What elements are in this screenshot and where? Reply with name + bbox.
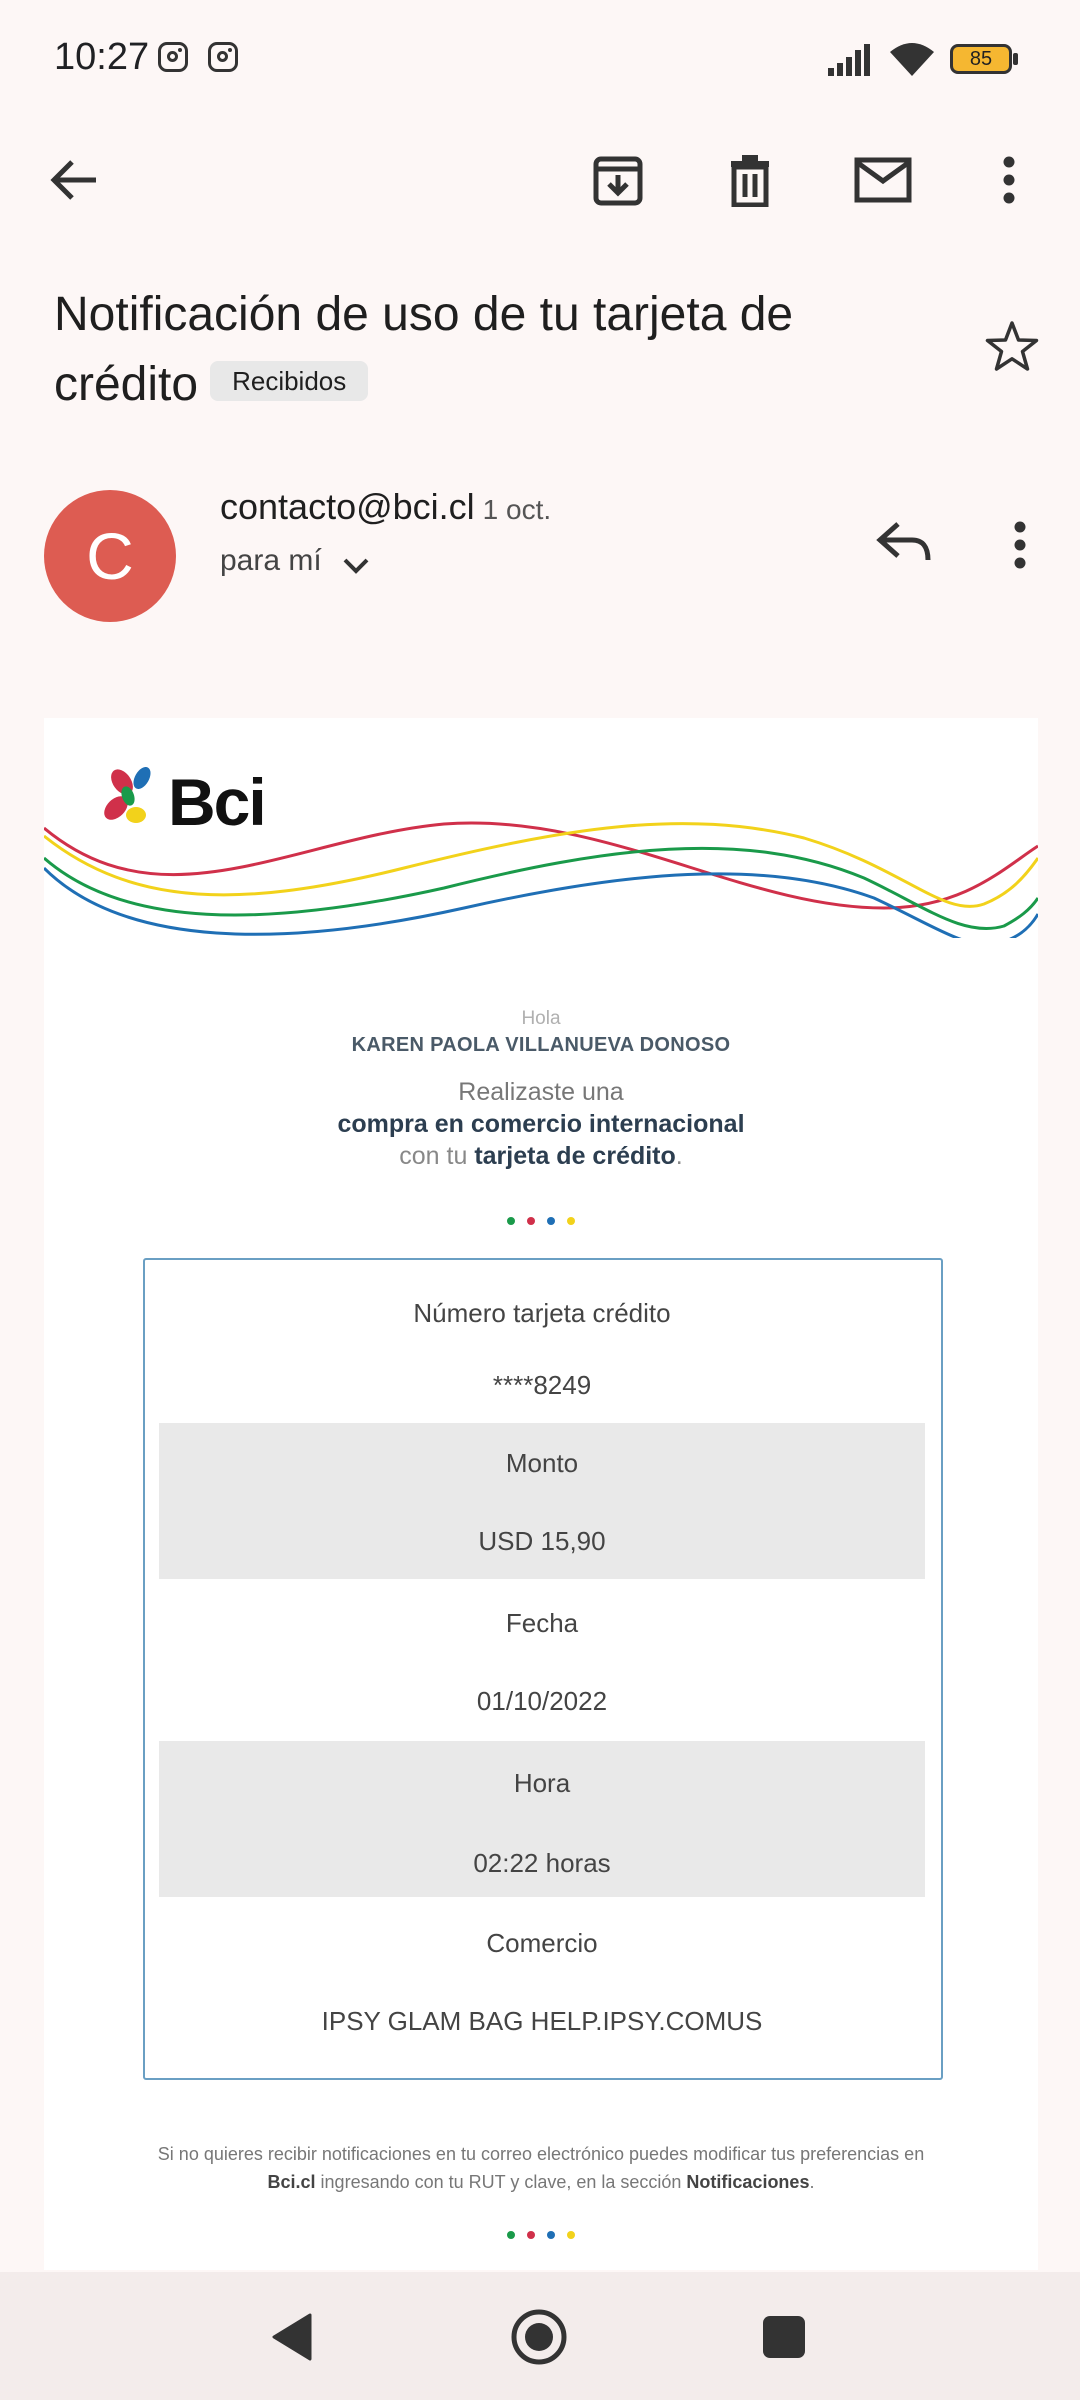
email-subject: Notificación de uso de tu tarjeta de cré… [54, 280, 934, 420]
status-time: 10:27 [54, 36, 150, 78]
back-button[interactable] [40, 145, 110, 215]
divider-dots [44, 1212, 1038, 1230]
footer-notice: Si no quieres recibir notificaciones en … [144, 2140, 938, 2196]
email-date: 1 oct. [482, 494, 552, 525]
sender-line: contacto@bci.cl 1 oct. [220, 486, 551, 528]
detail-label: Número tarjeta crédito [413, 1298, 671, 1328]
dot-green [507, 1217, 515, 1225]
message-line-1: Realizaste una [458, 1078, 624, 1106]
message-line-3-prefix: con tu [399, 1142, 475, 1170]
wifi-icon [890, 43, 934, 76]
customer-name: KAREN PAOLA VILLANUEVA DONOSO [351, 1034, 731, 1056]
footer-link[interactable]: Bci.cl [268, 2172, 316, 2192]
instagram-icon [158, 42, 188, 72]
recipient-label: para mí [220, 544, 322, 577]
archive-icon [593, 156, 643, 206]
footer-section: Notificaciones [686, 2172, 810, 2192]
system-nav-bar [0, 2272, 1080, 2400]
nav-recents-button[interactable] [763, 2316, 805, 2358]
sender-avatar[interactable]: C [44, 490, 176, 622]
delete-icon [731, 155, 769, 207]
battery-level: 85 [969, 47, 993, 70]
detail-value: 01/10/2022 [476, 1686, 608, 1716]
delete-button[interactable] [715, 145, 785, 215]
status-bar: 10:27 85 [0, 0, 1080, 120]
message-line-2: compra en comercio internacional [337, 1110, 745, 1138]
nav-back-icon [272, 2313, 312, 2361]
reply-icon [876, 522, 931, 561]
detail-value: 02:22 horas [473, 1848, 611, 1878]
message-line-3-bold: tarjeta de crédito [474, 1142, 676, 1170]
instagram-icon [208, 42, 238, 72]
dot-red [527, 2231, 535, 2239]
dot-blue [547, 1217, 555, 1225]
more-options-button[interactable] [974, 145, 1044, 215]
detail-label: Hora [513, 1768, 571, 1798]
dot-blue [547, 2231, 555, 2239]
archive-button[interactable] [583, 145, 653, 215]
email-body: Bci Hola KAREN PAOLA VILLANUEVA DONOSO R… [44, 718, 1038, 2270]
battery-icon: 85 [950, 44, 1012, 74]
subject-text: Notificación de uso de tu tarjeta de cré… [54, 288, 794, 411]
message-line-3-suffix: . [675, 1142, 683, 1170]
footer-text-1: Si no quieres recibir notificaciones en … [157, 2144, 925, 2164]
label-chip[interactable]: Recibidos [210, 361, 369, 402]
detail-value: IPSY GLAM BAG HELP.IPSY.COMUS [321, 2006, 763, 2036]
footer-text-2: ingresando con tu RUT y clave, en la sec… [315, 2172, 687, 2192]
decorative-waves [44, 821, 1038, 938]
sender-email[interactable]: contacto@bci.cl [220, 486, 475, 527]
transaction-details: Número tarjeta crédito ****8249 Monto US… [143, 1258, 943, 2080]
greeting: Hola [521, 1008, 561, 1029]
dot-red [527, 1217, 535, 1225]
dot-green [507, 2231, 515, 2239]
dot-yellow [567, 1217, 575, 1225]
reply-button[interactable] [876, 520, 932, 569]
detail-value: ****8249 [492, 1370, 592, 1400]
battery-tip [1013, 53, 1018, 65]
chevron-down-icon [343, 558, 369, 574]
mark-unread-button[interactable] [848, 145, 918, 215]
detail-label: Fecha [505, 1608, 579, 1638]
recipient-toggle[interactable]: para mí [220, 544, 370, 578]
nav-home-button[interactable] [510, 2308, 568, 2371]
more-vert-icon [1014, 521, 1026, 569]
message-more-button[interactable] [1013, 520, 1027, 575]
star-button[interactable] [984, 320, 1040, 379]
message-line-3: con tu tarjeta de crédito. [44, 1142, 1038, 1171]
star-icon [985, 321, 1039, 371]
nav-home-icon [511, 2309, 567, 2365]
detail-label: Comercio [486, 1928, 598, 1958]
detail-label: Monto [505, 1448, 579, 1478]
back-arrow-icon [50, 160, 96, 200]
footer-end: . [809, 2172, 815, 2192]
divider-dots [44, 2226, 1038, 2244]
more-vert-icon [1003, 156, 1015, 204]
dot-yellow [567, 2231, 575, 2239]
detail-value: USD 15,90 [478, 1526, 606, 1556]
signal-icon [828, 44, 870, 76]
mark-unread-icon [854, 157, 912, 203]
nav-back-button[interactable] [270, 2312, 314, 2367]
